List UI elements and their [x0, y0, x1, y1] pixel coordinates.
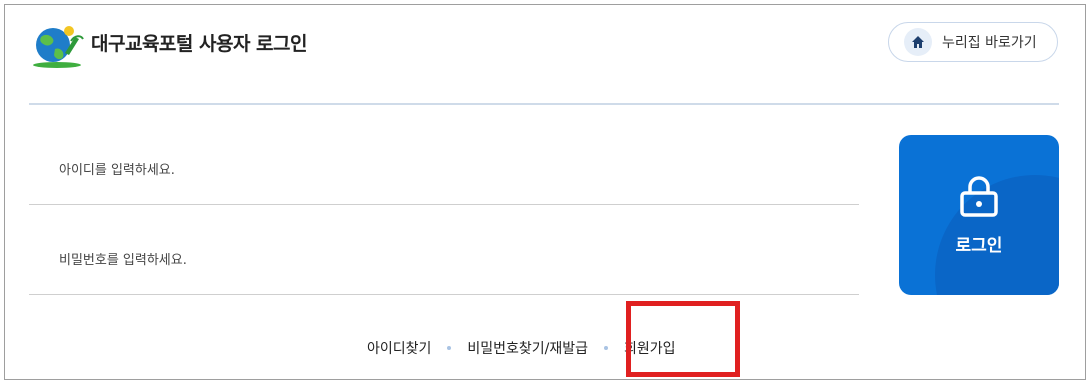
home-icon: [904, 28, 932, 56]
login-button[interactable]: 로그인: [899, 135, 1059, 295]
link-separator: [604, 346, 609, 350]
header-divider: [29, 103, 1059, 105]
home-shortcut-label: 누리집 바로가기: [942, 35, 1037, 51]
find-id-link[interactable]: 아이디찾기: [367, 338, 431, 358]
id-field: [29, 115, 859, 205]
link-separator: [447, 346, 452, 350]
lock-icon: [960, 176, 998, 217]
login-panel: 대구교육포털 사용자 로그인 누리집 바로가기 로그인 아이디찾기 비밀번호찾기…: [4, 4, 1086, 380]
globe-logo-icon: [33, 26, 84, 68]
password-field: [29, 205, 859, 295]
id-input[interactable]: [59, 163, 819, 178]
password-input[interactable]: [59, 253, 819, 268]
login-button-label: 로그인: [955, 236, 1003, 256]
find-password-link[interactable]: 비밀번호찾기/재발급: [467, 338, 588, 358]
signup-highlight-box: [626, 301, 740, 377]
page-title: 대구교육포털 사용자 로그인: [91, 33, 308, 55]
header: 대구교육포털 사용자 로그인 누리집 바로가기: [5, 5, 1085, 105]
home-shortcut-button[interactable]: 누리집 바로가기: [888, 22, 1058, 62]
